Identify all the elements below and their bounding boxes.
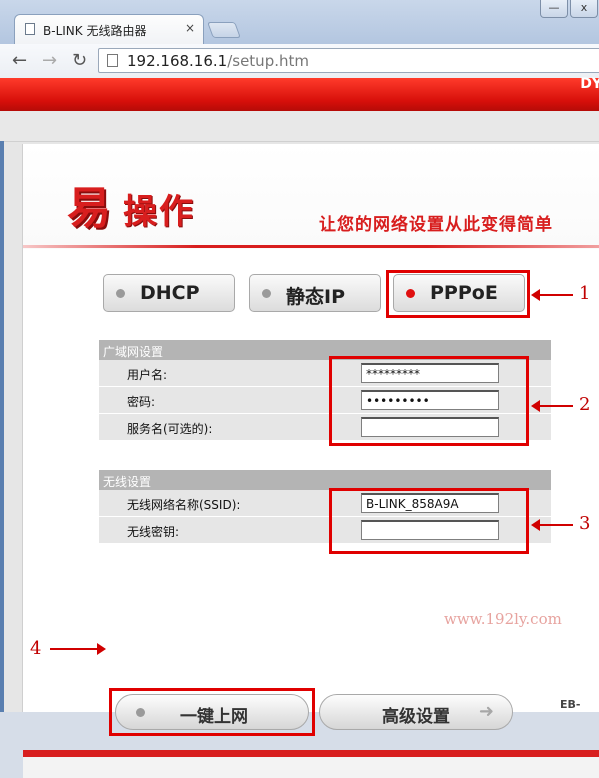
advanced-settings-button[interactable]: 高级设置 ➜ xyxy=(319,694,513,730)
logo-title: 操作 xyxy=(123,192,195,232)
banner-text: DY xyxy=(580,76,599,92)
page-icon xyxy=(25,23,35,35)
advanced-label: 高级设置 xyxy=(382,707,450,727)
side-edge xyxy=(0,141,4,712)
footer-bar xyxy=(23,750,599,757)
url-path: /setup.htm xyxy=(227,52,309,70)
corner-logo: ЕВ- xyxy=(560,698,581,711)
highlight-box-1 xyxy=(386,270,530,318)
header-area: 易 操作 让您的网络设置从此变得简单 xyxy=(23,144,599,249)
wireless-key-label: 无线密钥: xyxy=(127,525,180,539)
password-label: 密码: xyxy=(127,395,156,409)
address-bar[interactable]: 192.168.16.1/setup.htm xyxy=(98,48,599,73)
annotation-1: 1 xyxy=(579,283,591,304)
header-divider xyxy=(23,245,599,248)
new-tab-button[interactable] xyxy=(207,22,241,38)
gray-strip xyxy=(0,111,599,142)
top-banner: DY xyxy=(0,76,599,111)
annotation-arrow-4 xyxy=(50,643,106,655)
footer-strip xyxy=(23,757,599,778)
highlight-box-4 xyxy=(109,688,315,736)
url-text: 192.168.16.1/setup.htm xyxy=(127,52,309,70)
slogan: 让您的网络设置从此变得简单 xyxy=(319,215,553,235)
annotation-3: 3 xyxy=(579,513,591,534)
page-icon xyxy=(107,54,118,67)
reload-icon[interactable]: ↻ xyxy=(72,50,87,71)
browser-tab[interactable]: B-LINK 无线路由器 × xyxy=(14,14,204,44)
back-arrow-icon[interactable]: ← xyxy=(12,50,27,71)
static-ip-label: 静态IP xyxy=(286,286,345,308)
highlight-box-3 xyxy=(329,488,529,554)
ssid-label: 无线网络名称(SSID): xyxy=(127,498,241,512)
annotation-arrow-1 xyxy=(531,289,573,301)
annotation-arrow-3 xyxy=(531,519,573,531)
username-label: 用户名: xyxy=(127,368,168,382)
browser-toolbar: ← → ↻ 192.168.16.1/setup.htm xyxy=(0,44,599,79)
radio-dot-icon xyxy=(116,289,125,298)
tab-title: B-LINK 无线路由器 xyxy=(43,24,147,38)
dhcp-label: DHCP xyxy=(140,282,200,304)
annotation-arrow-2 xyxy=(531,400,573,412)
wireless-section-heading: 无线设置 xyxy=(99,470,551,490)
static-ip-button[interactable]: 静态IP xyxy=(249,274,381,312)
highlight-box-2 xyxy=(329,356,529,446)
service-name-label: 服务名(可选的): xyxy=(127,422,213,436)
logo-yi: 易 xyxy=(67,183,111,234)
url-host: 192.168.16.1 xyxy=(127,52,228,70)
annotation-2: 2 xyxy=(579,394,591,415)
browser-tabstrip: B-LINK 无线路由器 × — x xyxy=(0,0,599,44)
annotation-4: 4 xyxy=(30,638,42,659)
dhcp-button[interactable]: DHCP xyxy=(103,274,235,312)
forward-arrow-icon[interactable]: → xyxy=(42,50,57,71)
watermark: www.192ly.com xyxy=(444,610,562,628)
minimize-button[interactable]: — xyxy=(540,0,568,18)
radio-dot-icon xyxy=(262,289,271,298)
tab-close-icon[interactable]: × xyxy=(185,21,195,35)
close-window-button[interactable]: x xyxy=(570,0,598,18)
